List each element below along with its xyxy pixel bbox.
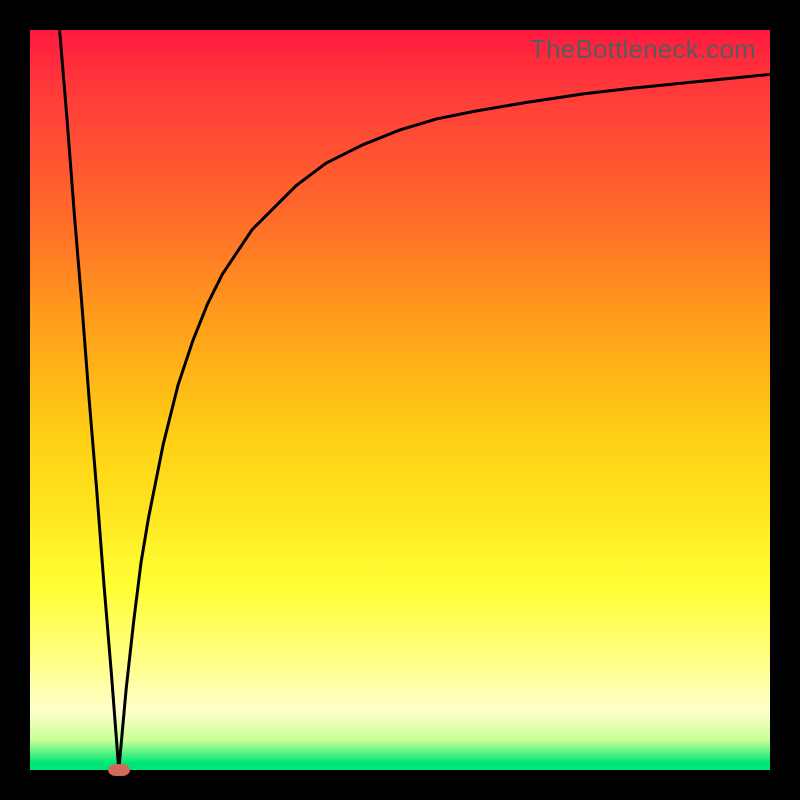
plot-area: TheBottleneck.com xyxy=(30,30,770,770)
optimal-point-marker xyxy=(108,764,130,776)
bottleneck-curve xyxy=(60,30,770,770)
chart-frame: TheBottleneck.com xyxy=(0,0,800,800)
curve-layer xyxy=(30,30,770,770)
